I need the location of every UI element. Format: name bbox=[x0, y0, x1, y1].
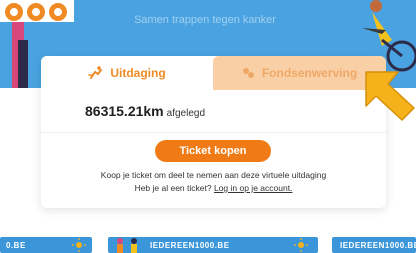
distance-stat: 86315.21km afgelegd bbox=[85, 103, 205, 119]
login-prefix: Heb je al een ticket? bbox=[134, 183, 212, 193]
tab-fondsenwerving[interactable]: Fondsenwerving bbox=[213, 56, 386, 90]
tab-uitdaging[interactable]: Uitdaging bbox=[41, 56, 213, 90]
challenge-card: Uitdaging Fondsenwerving 86315.21km afge… bbox=[41, 56, 386, 208]
coins-icon bbox=[242, 68, 254, 78]
banner-1-label: 0.BE bbox=[6, 240, 26, 250]
login-prompt: Heb je al een ticket? Log in op je accou… bbox=[41, 183, 386, 193]
sun-icon bbox=[294, 238, 308, 252]
sun-icon bbox=[72, 238, 86, 252]
divider bbox=[41, 132, 386, 133]
hero-tagline: Samen trappen tegen kanker bbox=[134, 14, 276, 26]
tab-fondsenwerving-label: Fondsenwerving bbox=[261, 66, 358, 80]
buy-ticket-button[interactable]: Ticket kopen bbox=[155, 140, 271, 162]
sponsor-banner-1[interactable]: 0.BE bbox=[0, 237, 92, 253]
distance-value: 86315.21km bbox=[85, 103, 164, 119]
distance-suffix: afgelegd bbox=[166, 108, 206, 119]
banner-3-label: IEDEREEN1000.BE bbox=[340, 240, 416, 250]
login-link[interactable]: Log in op je account. bbox=[214, 183, 292, 193]
tab-uitdaging-label: Uitdaging bbox=[110, 66, 166, 80]
cyclist-icon bbox=[88, 66, 103, 79]
banner-2-label: IEDEREEN1000.BE bbox=[150, 240, 230, 250]
sponsor-banner-3[interactable]: IEDEREEN1000.BE bbox=[332, 237, 416, 253]
cyclists-icon bbox=[117, 238, 137, 253]
sponsor-banner-2[interactable]: IEDEREEN1000.BE bbox=[108, 237, 318, 253]
arrow-pointer-icon bbox=[365, 71, 415, 121]
ticket-description: Koop je ticket om deel te nemen aan deze… bbox=[100, 170, 327, 180]
